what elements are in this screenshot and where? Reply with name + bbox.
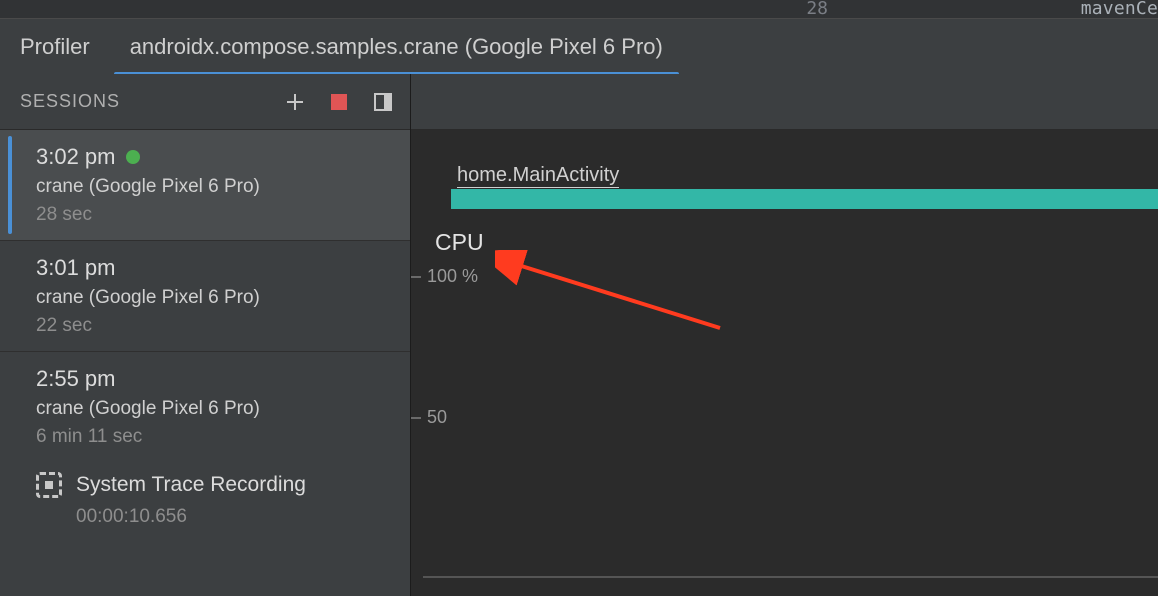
sessions-list: 3:02 pm crane (Google Pixel 6 Pro) 28 se… bbox=[0, 130, 410, 596]
sessions-toolbar: SESSIONS bbox=[0, 74, 410, 130]
cpu-chip-icon bbox=[36, 472, 62, 498]
trace-title: System Trace Recording bbox=[76, 473, 306, 497]
activity-label[interactable]: home.MainActivity bbox=[457, 164, 619, 188]
session-time: 2:55 pm bbox=[36, 366, 116, 392]
cpu-section-title[interactable]: CPU bbox=[435, 229, 484, 256]
session-item[interactable]: 2:55 pm crane (Google Pixel 6 Pro) 6 min… bbox=[0, 352, 410, 462]
section-divider bbox=[423, 576, 1158, 578]
plus-icon bbox=[285, 92, 305, 112]
trace-duration: 00:00:10.656 bbox=[0, 504, 410, 542]
trace-recording-item[interactable]: System Trace Recording bbox=[0, 462, 410, 504]
tab-process-label: androidx.compose.samples.crane (Google P… bbox=[130, 34, 663, 60]
sessions-panel: SESSIONS 3:02 pm crane (Google Pixel 6 P… bbox=[0, 74, 411, 596]
session-item[interactable]: 3:01 pm crane (Google Pixel 6 Pro) 22 se… bbox=[0, 241, 410, 352]
session-duration: 22 sec bbox=[36, 315, 394, 337]
live-indicator-icon bbox=[126, 150, 140, 164]
session-device: crane (Google Pixel 6 Pro) bbox=[36, 176, 394, 198]
session-device: crane (Google Pixel 6 Pro) bbox=[36, 287, 394, 309]
session-device: crane (Google Pixel 6 Pro) bbox=[36, 398, 394, 420]
cpu-axis-tick-50: 50 bbox=[411, 407, 447, 428]
session-time: 3:01 pm bbox=[36, 255, 116, 281]
tab-profiler[interactable]: Profiler bbox=[0, 19, 110, 75]
session-duration: 28 sec bbox=[36, 204, 394, 226]
editor-gutter-number: 28 bbox=[806, 0, 828, 19]
session-item[interactable]: 3:02 pm crane (Google Pixel 6 Pro) 28 se… bbox=[0, 130, 410, 241]
editor-code-fragment: mavenCe bbox=[1081, 0, 1158, 19]
session-duration: 6 min 11 sec bbox=[36, 426, 394, 448]
profiler-chart-panel: home.MainActivity CPU 100 % 50 bbox=[411, 74, 1158, 596]
toggle-panel-button[interactable] bbox=[370, 89, 396, 115]
stop-icon bbox=[331, 94, 347, 110]
sessions-heading: SESSIONS bbox=[20, 91, 264, 112]
add-session-button[interactable] bbox=[282, 89, 308, 115]
profiler-tabs-bar: Profiler androidx.compose.samples.crane … bbox=[0, 18, 1158, 75]
cpu-axis-tick-100: 100 % bbox=[411, 266, 478, 287]
editor-background-strip: 28 mavenCe bbox=[0, 0, 1158, 19]
session-time: 3:02 pm bbox=[36, 144, 116, 170]
tab-process[interactable]: androidx.compose.samples.crane (Google P… bbox=[110, 19, 683, 75]
tab-profiler-label: Profiler bbox=[20, 34, 90, 60]
stop-session-button[interactable] bbox=[326, 89, 352, 115]
activity-timeline-bar[interactable] bbox=[451, 189, 1158, 209]
panel-toggle-icon bbox=[374, 93, 392, 111]
chart-toolbar bbox=[411, 74, 1158, 130]
